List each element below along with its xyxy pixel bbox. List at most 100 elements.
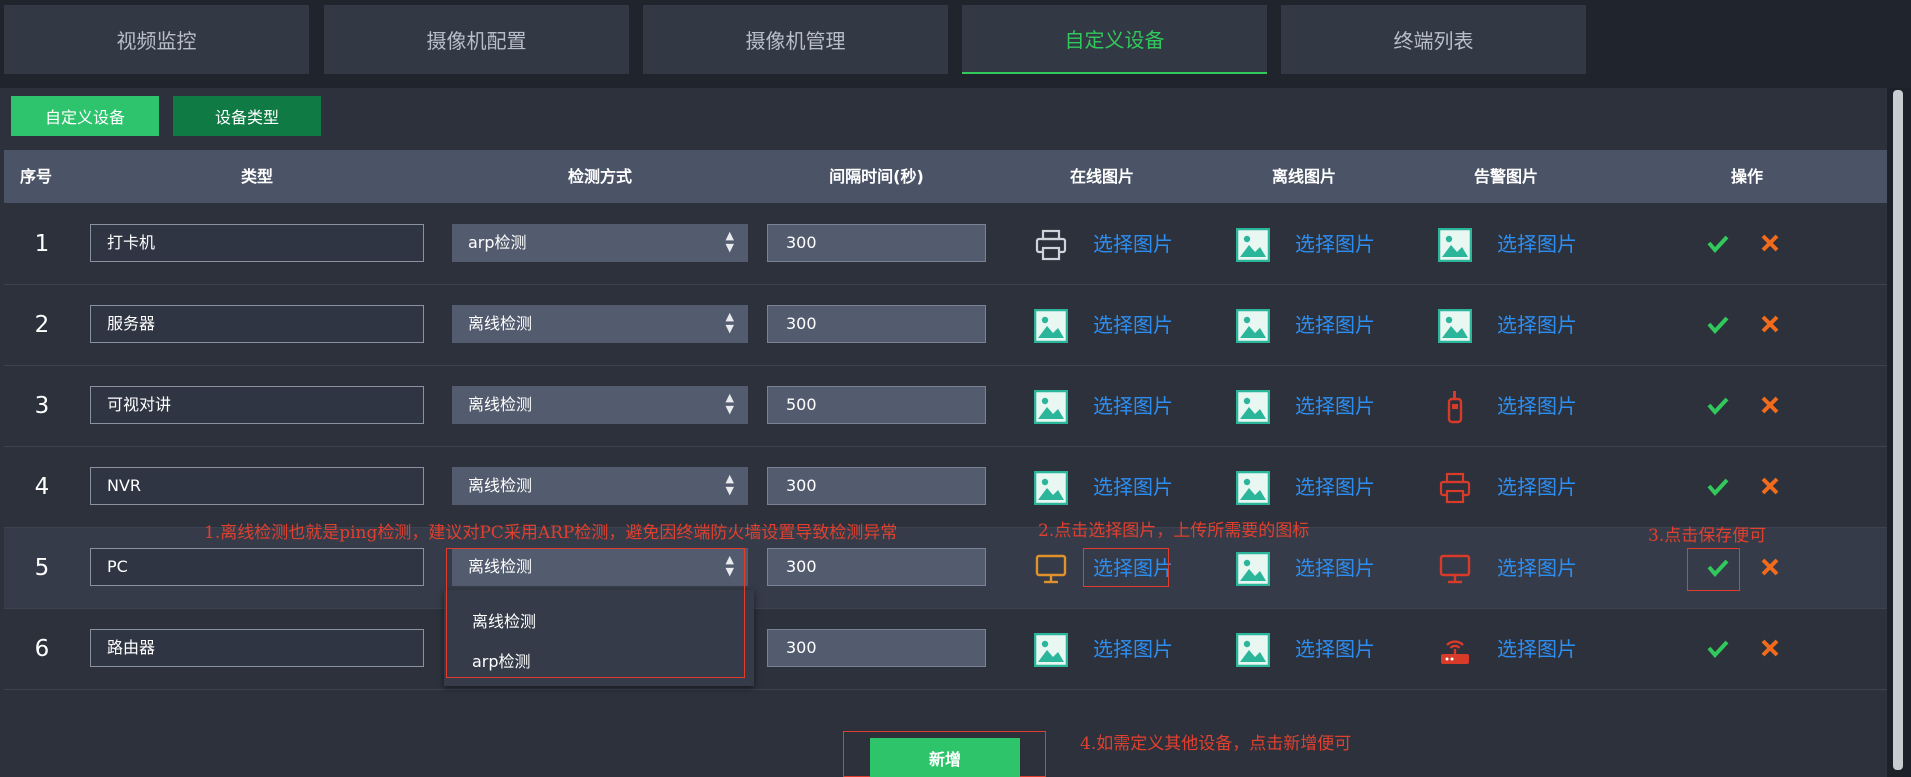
- method-select[interactable]: 离线检测 ▲▼: [452, 467, 748, 505]
- type-input[interactable]: NVR: [90, 467, 424, 505]
- scrollbar-thumb[interactable]: [1893, 90, 1903, 770]
- interval-input[interactable]: 300: [767, 548, 986, 586]
- tab-video-monitor[interactable]: 视频监控: [4, 5, 309, 74]
- type-input[interactable]: 打卡机: [90, 224, 424, 262]
- method-select-value: 离线检测: [468, 476, 533, 495]
- annotation-box-pick: [1083, 548, 1169, 587]
- annotation-note-2: 2.点击选择图片，上传所需要的图标: [1038, 521, 1310, 541]
- walkie-talkie-icon: [1438, 390, 1472, 424]
- top-tab-bar: 视频监控 摄像机配置 摄像机管理 自定义设备 终端列表: [0, 0, 1911, 88]
- table-row: 2 服务器 离线检测 ▲ ▼ 300 选择图片 选择图片 选择图片: [4, 285, 1887, 366]
- image-icon: [1235, 470, 1271, 506]
- close-icon[interactable]: [1753, 631, 1787, 665]
- header-online-image: 在线图片: [1069, 167, 1134, 186]
- check-icon[interactable]: [1701, 226, 1735, 260]
- monitor-icon: [1034, 552, 1068, 586]
- subtab-device-type[interactable]: 设备类型: [173, 96, 321, 136]
- method-select[interactable]: 离线检测 ▲▼: [452, 305, 748, 343]
- select-image-link[interactable]: 选择图片: [1497, 366, 1577, 447]
- check-icon[interactable]: [1701, 307, 1735, 341]
- select-image-link[interactable]: 选择图片: [1497, 447, 1577, 528]
- select-image-link[interactable]: 选择图片: [1497, 528, 1577, 609]
- image-icon: [1235, 389, 1271, 425]
- close-icon[interactable]: [1753, 388, 1787, 422]
- table-row: 1 打卡机 arp检测 ▲ ▼ 300 选择图片 选择图片 选择图片: [4, 204, 1887, 285]
- image-icon: [1235, 227, 1271, 263]
- header-actions: 操作: [1730, 167, 1763, 186]
- select-image-link[interactable]: 选择图片: [1093, 204, 1173, 285]
- annotation-note-4: 4.如需定义其他设备，点击新增便可: [1080, 734, 1352, 754]
- printer-icon: [1438, 471, 1472, 505]
- image-icon: [1033, 632, 1069, 668]
- tab-custom-device[interactable]: 自定义设备: [962, 5, 1267, 74]
- table-row: 4 NVR 离线检测 ▲ ▼ 300 选择图片 选择图片 选择图片: [4, 447, 1887, 528]
- select-image-link[interactable]: 选择图片: [1295, 204, 1375, 285]
- row-index: 4: [34, 474, 50, 500]
- image-icon: [1033, 470, 1069, 506]
- method-select-value: 离线检测: [468, 314, 533, 333]
- table-row: 6路由器离线检测▲▼300选择图片选择图片选择图片: [4, 609, 1887, 690]
- annotation-box-save: [1687, 548, 1740, 591]
- check-icon[interactable]: [1701, 631, 1735, 665]
- select-image-link[interactable]: 选择图片: [1497, 204, 1577, 285]
- check-icon[interactable]: [1701, 469, 1735, 503]
- header-index: 序号: [19, 167, 52, 186]
- interval-input[interactable]: 300: [767, 305, 986, 343]
- annotation-note-3: 3.点击保存便可: [1648, 526, 1767, 546]
- add-button[interactable]: 新增: [870, 738, 1020, 777]
- tab-camera-config[interactable]: 摄像机配置: [324, 5, 629, 74]
- annotation-note-1: 1.离线检测也就是ping检测，建议对PC采用ARP检测，避免因终端防火墙设置导…: [204, 523, 898, 543]
- select-arrows-icon: ▲▼: [725, 472, 734, 497]
- type-input[interactable]: 可视对讲: [90, 386, 424, 424]
- row-index: 5: [34, 555, 50, 581]
- interval-input[interactable]: 300: [767, 467, 986, 505]
- type-input[interactable]: PC: [90, 548, 424, 586]
- image-icon: [1235, 551, 1271, 587]
- row-index: 1: [34, 231, 50, 257]
- row-index: 6: [34, 636, 50, 662]
- tab-camera-manage[interactable]: 摄像机管理: [643, 5, 948, 74]
- header-offline-image: 离线图片: [1271, 167, 1336, 186]
- row-index: 2: [34, 312, 50, 338]
- method-select[interactable]: 离线检测 ▲▼: [452, 386, 748, 424]
- header-type: 类型: [240, 167, 273, 186]
- select-arrows-icon: ▲▼: [725, 229, 734, 254]
- image-icon: [1033, 389, 1069, 425]
- monitor-icon: [1438, 552, 1472, 586]
- tab-terminal-list[interactable]: 终端列表: [1281, 5, 1586, 74]
- header-alarm-image: 告警图片: [1473, 167, 1538, 186]
- printer-icon: [1034, 228, 1068, 262]
- select-image-link[interactable]: 选择图片: [1093, 366, 1173, 447]
- select-image-link[interactable]: 选择图片: [1497, 609, 1577, 690]
- close-icon[interactable]: [1753, 226, 1787, 260]
- close-icon[interactable]: [1753, 307, 1787, 341]
- type-input[interactable]: 服务器: [90, 305, 424, 343]
- type-input[interactable]: 路由器: [90, 629, 424, 667]
- method-select-value: 离线检测: [468, 395, 533, 414]
- select-image-link[interactable]: 选择图片: [1497, 285, 1577, 366]
- annotation-box-method: [446, 548, 745, 678]
- select-arrows-icon: ▲▼: [725, 391, 734, 416]
- image-icon: [1033, 308, 1069, 344]
- header-method: 检测方式: [567, 167, 632, 186]
- select-image-link[interactable]: 选择图片: [1295, 285, 1375, 366]
- method-select-value: arp检测: [468, 233, 527, 252]
- interval-input[interactable]: 300: [767, 224, 986, 262]
- image-icon: [1235, 308, 1271, 344]
- select-image-link[interactable]: 选择图片: [1093, 285, 1173, 366]
- row-index: 3: [34, 393, 50, 419]
- select-image-link[interactable]: 选择图片: [1295, 366, 1375, 447]
- select-image-link[interactable]: 选择图片: [1295, 609, 1375, 690]
- close-icon[interactable]: [1753, 550, 1787, 584]
- subtab-custom-device[interactable]: 自定义设备: [11, 96, 159, 136]
- close-icon[interactable]: [1753, 469, 1787, 503]
- method-select[interactable]: arp检测 ▲ ▼: [452, 224, 748, 262]
- image-icon: [1437, 227, 1473, 263]
- select-arrows-icon: ▲▼: [725, 310, 734, 335]
- select-image-link[interactable]: 选择图片: [1093, 609, 1173, 690]
- header-interval: 间隔时间(秒): [829, 167, 924, 186]
- interval-input[interactable]: 500: [767, 386, 986, 424]
- interval-input[interactable]: 300: [767, 629, 986, 667]
- check-icon[interactable]: [1701, 388, 1735, 422]
- image-icon: [1235, 632, 1271, 668]
